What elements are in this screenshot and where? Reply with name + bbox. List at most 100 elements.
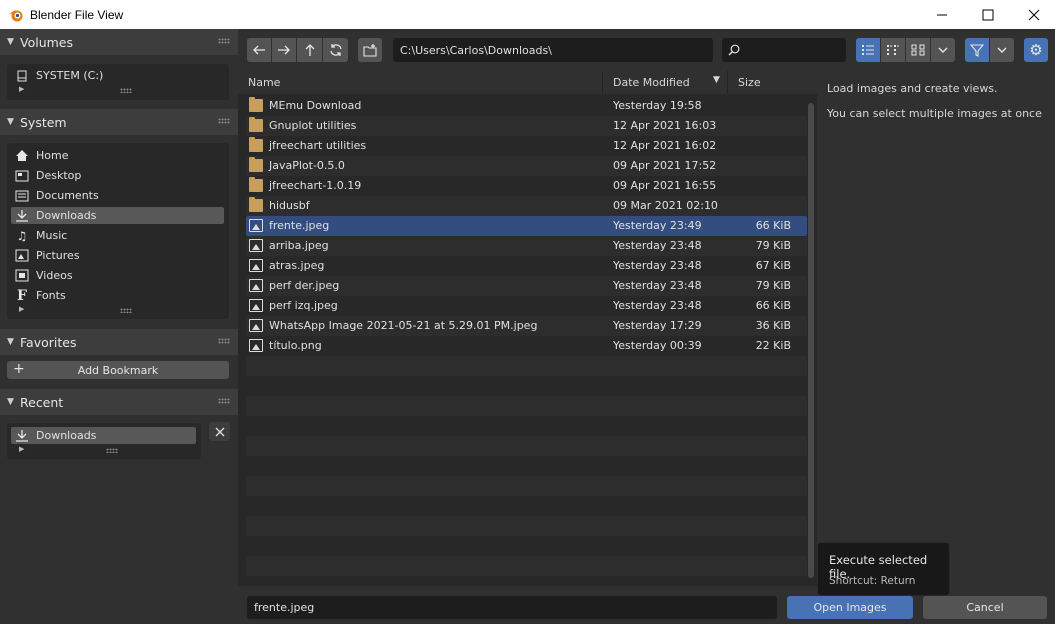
- drag-grip-icon[interactable]: [218, 118, 230, 124]
- file-row[interactable]: JavaPlot-0.5.0 09 Apr 2021 17:52: [246, 156, 807, 176]
- image-file-icon: [249, 339, 263, 352]
- sidebar-item-pictures[interactable]: Pictures: [11, 247, 224, 264]
- file-row[interactable]: MEmu Download Yesterday 19:58: [246, 96, 807, 116]
- folder-icon: [249, 97, 263, 112]
- volumes-panel-header[interactable]: ▼ Volumes: [0, 29, 238, 55]
- drag-grip-icon[interactable]: [218, 338, 230, 344]
- favorites-panel-header[interactable]: ▼ Favorites: [0, 329, 238, 355]
- back-button[interactable]: [247, 38, 271, 62]
- sidebar-item-documents[interactable]: Documents: [11, 187, 224, 204]
- display-mode-list-horizontal[interactable]: [881, 38, 905, 62]
- volume-item-system[interactable]: SYSTEM (C:): [11, 67, 224, 84]
- forward-button[interactable]: [272, 38, 296, 62]
- minimize-icon: [937, 14, 947, 15]
- downloads-icon: [14, 208, 30, 223]
- file-row[interactable]: jfreechart-1.0.19 09 Apr 2021 16:55: [246, 176, 807, 196]
- empty-row: [246, 376, 807, 396]
- folder-icon: [249, 137, 263, 152]
- home-icon: [14, 148, 30, 163]
- file-date: Yesterday 23:48: [613, 239, 702, 252]
- file-row[interactable]: hidusbf 09 Mar 2021 02:10: [246, 196, 807, 216]
- maximize-button[interactable]: [965, 0, 1011, 29]
- file-row[interactable]: título.png Yesterday 00:39 22 KiB: [246, 336, 807, 356]
- display-mode-thumbnails[interactable]: [906, 38, 930, 62]
- file-row[interactable]: atras.jpeg Yesterday 23:48 67 KiB: [246, 256, 807, 276]
- filter-settings-dropdown[interactable]: [990, 38, 1014, 62]
- refresh-button[interactable]: [323, 38, 348, 62]
- file-date: 09 Mar 2021 02:10: [613, 199, 718, 212]
- file-row[interactable]: frente.jpeg Yesterday 23:49 66 KiB: [246, 216, 807, 236]
- sidebar-item-label: Home: [36, 149, 69, 162]
- column-date-modified[interactable]: Date Modified: [613, 76, 690, 89]
- settings-button[interactable]: ⚙: [1024, 38, 1048, 62]
- new-folder-button[interactable]: [358, 38, 382, 62]
- title-bar: Blender File View: [0, 0, 1055, 29]
- image-file-icon: [249, 319, 263, 332]
- collapse-triangle-icon: ▼: [7, 37, 14, 47]
- sidebar-item-music[interactable]: ♫ Music: [11, 227, 224, 244]
- expand-triangle-icon[interactable]: ▶: [19, 305, 24, 313]
- path-field[interactable]: C:\Users\Carlos\Downloads\: [393, 38, 713, 62]
- file-row[interactable]: perf der.jpeg Yesterday 23:48 79 KiB: [246, 276, 807, 296]
- close-button[interactable]: [1011, 0, 1055, 29]
- drag-grip-icon[interactable]: [218, 38, 230, 44]
- resize-grip-icon[interactable]: [120, 308, 132, 313]
- column-divider[interactable]: [727, 71, 728, 94]
- display-mode-list-vertical[interactable]: [856, 38, 880, 62]
- file-row[interactable]: jfreechart utilities 12 Apr 2021 16:02: [246, 136, 807, 156]
- refresh-icon: [329, 44, 342, 56]
- image-file-icon: [249, 239, 263, 252]
- file-row[interactable]: Gnuplot utilities 12 Apr 2021 16:03: [246, 116, 807, 136]
- file-name: Gnuplot utilities: [269, 119, 357, 132]
- sidebar-item-label: Downloads: [36, 429, 97, 442]
- recent-list: Downloads ▶: [7, 423, 201, 459]
- sidebar-item-desktop[interactable]: Desktop: [11, 167, 224, 184]
- sidebar-item-fonts[interactable]: F Fonts: [11, 287, 224, 304]
- expand-triangle-icon[interactable]: ▶: [19, 85, 24, 93]
- filename-value: frente.jpeg: [254, 601, 315, 614]
- file-row[interactable]: perf izq.jpeg Yesterday 23:48 66 KiB: [246, 296, 807, 316]
- system-panel-header[interactable]: ▼ System: [0, 109, 238, 135]
- volumes-list: SYSTEM (C:) ▶: [7, 64, 229, 100]
- file-date: Yesterday 23:48: [613, 279, 702, 292]
- column-header: Name Date Modified ▼ Size: [238, 71, 817, 94]
- resize-grip-icon[interactable]: [120, 88, 132, 93]
- cancel-button[interactable]: Cancel: [923, 596, 1047, 619]
- recent-item-downloads[interactable]: Downloads: [11, 427, 196, 444]
- collapse-triangle-icon: ▼: [7, 337, 14, 347]
- resize-grip-icon[interactable]: [106, 448, 118, 453]
- file-date: 12 Apr 2021 16:03: [613, 119, 717, 132]
- file-name: arriba.jpeg: [269, 239, 329, 252]
- file-row[interactable]: WhatsApp Image 2021-05-21 at 5.29.01 PM.…: [246, 316, 807, 336]
- minimize-button[interactable]: [919, 0, 965, 29]
- sidebar-item-videos[interactable]: Videos: [11, 267, 224, 284]
- open-images-button[interactable]: Open Images: [787, 596, 913, 619]
- display-settings-dropdown[interactable]: [931, 38, 955, 62]
- column-name[interactable]: Name: [248, 76, 280, 89]
- file-name: WhatsApp Image 2021-05-21 at 5.29.01 PM.…: [269, 319, 538, 332]
- videos-icon: [14, 268, 30, 283]
- sidebar-item-label: Videos: [36, 269, 73, 282]
- scrollbar[interactable]: [808, 103, 814, 578]
- filter-toggle-button[interactable]: [965, 38, 989, 62]
- clear-recent-button[interactable]: [209, 422, 230, 441]
- plus-icon: +: [13, 361, 25, 377]
- add-bookmark-button[interactable]: + Add Bookmark: [7, 361, 229, 379]
- column-divider[interactable]: [602, 71, 603, 94]
- expand-triangle-icon[interactable]: ▶: [19, 445, 24, 453]
- sidebar-item-home[interactable]: Home: [11, 147, 224, 164]
- filename-field[interactable]: frente.jpeg: [247, 596, 777, 619]
- search-field[interactable]: [722, 38, 846, 62]
- sort-down-icon: ▼: [713, 75, 720, 85]
- recent-panel-header[interactable]: ▼ Recent: [0, 389, 238, 415]
- drag-grip-icon[interactable]: [218, 398, 230, 404]
- documents-icon: [14, 188, 30, 203]
- file-name: jfreechart-1.0.19: [269, 179, 362, 192]
- file-row[interactable]: arriba.jpeg Yesterday 23:48 79 KiB: [246, 236, 807, 256]
- sidebar-item-downloads[interactable]: Downloads: [11, 207, 224, 224]
- drive-icon: [14, 68, 30, 83]
- column-size[interactable]: Size: [738, 76, 761, 89]
- parent-directory-button[interactable]: [297, 38, 322, 62]
- image-file-icon: [249, 219, 263, 232]
- file-name: MEmu Download: [269, 99, 362, 112]
